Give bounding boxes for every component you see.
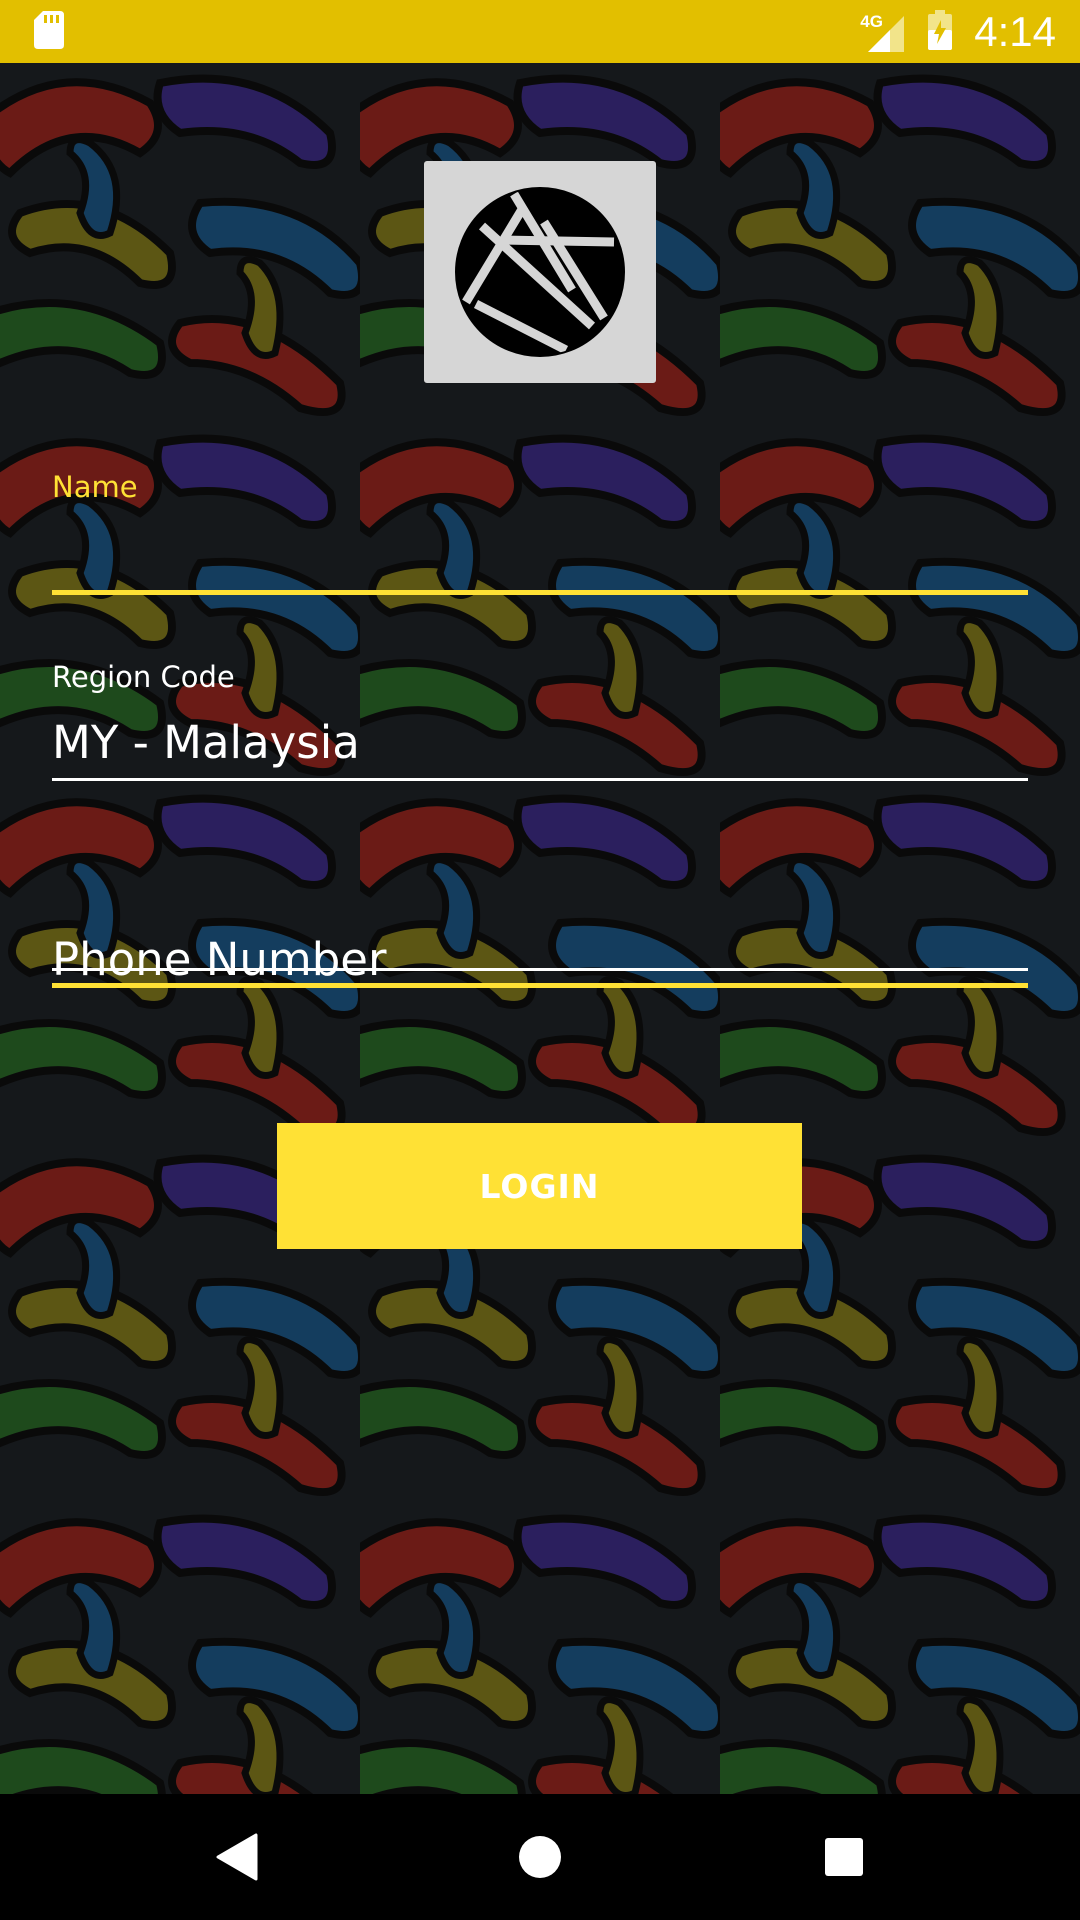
home-button[interactable] [475,1794,605,1920]
region-code-value: MY - Malaysia [52,716,360,769]
region-code-label: Region Code [52,660,235,694]
app-logo [424,161,656,383]
recents-button[interactable] [779,1794,909,1920]
name-label: Name [52,470,138,504]
back-icon [216,1833,258,1881]
region-code-underline [52,778,1028,781]
battery-icon [928,9,953,54]
status-time: 4:14 [974,7,1056,55]
phone-number-underline [52,968,1028,971]
camera-aperture-icon [455,187,625,357]
back-button[interactable] [171,1794,301,1920]
navigation-bar [0,1794,1080,1920]
region-code-dropdown[interactable]: Region Code MY - Malaysia [52,648,1028,788]
signal-icon: 4G [860,12,906,52]
name-underline [52,590,1028,595]
name-field[interactable]: Name [52,458,1028,988]
sd-card-icon [34,10,64,53]
phone-number-placeholder: Phone Number [52,933,387,986]
login-screen: Name Region Code MY - Malaysia Phone Num… [0,63,1080,1794]
home-icon [519,1836,561,1878]
login-button[interactable]: LOGIN [277,1123,802,1249]
recents-icon [825,1838,863,1876]
phone-number-field[interactable]: Phone Number [52,893,1028,1003]
status-bar: 4G 4:14 [0,0,1080,63]
